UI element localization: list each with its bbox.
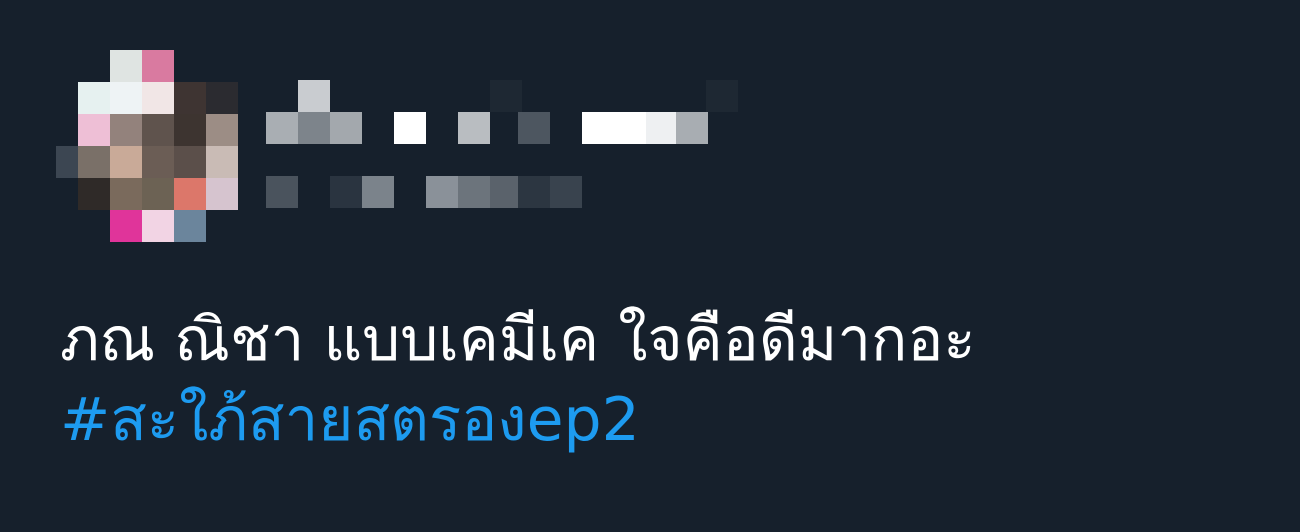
avatar-pixel xyxy=(110,114,142,146)
avatar-pixel xyxy=(110,210,142,242)
name-pixel xyxy=(330,112,362,144)
avatar-pixel xyxy=(110,146,142,178)
avatar-pixel xyxy=(206,146,238,178)
handle-pixel xyxy=(330,176,362,208)
avatar-pixel xyxy=(142,178,174,210)
user-header xyxy=(0,0,1300,260)
avatar-pixel xyxy=(110,178,142,210)
handle-pixel xyxy=(426,176,458,208)
avatar-pixel xyxy=(174,210,206,242)
name-pixel xyxy=(458,112,490,144)
avatar-pixel xyxy=(174,146,206,178)
handle-pixel xyxy=(458,176,490,208)
avatar-pixel xyxy=(142,210,174,242)
avatar-pixel xyxy=(174,178,206,210)
handle-pixel xyxy=(266,176,298,208)
handle-pixel xyxy=(550,176,582,208)
avatar-pixel xyxy=(142,114,174,146)
name-pixel xyxy=(298,80,330,112)
name-pixel xyxy=(646,112,678,144)
tweet-body: ภณ ณิชา แบบเคมีเค ใจคือดีมากอะ #สะใภ้สาย… xyxy=(60,300,1260,460)
name-pixel xyxy=(676,112,708,144)
avatar-pixel xyxy=(110,82,142,114)
avatar-pixel xyxy=(174,114,206,146)
avatar-pixel xyxy=(78,114,110,146)
name-pixel xyxy=(266,112,298,144)
name-pixel xyxy=(518,112,550,144)
avatar-pixel xyxy=(78,82,110,114)
name-pixel xyxy=(394,112,426,144)
name-pixel xyxy=(582,112,614,144)
avatar-pixel xyxy=(206,178,238,210)
avatar-pixel xyxy=(174,82,206,114)
avatar-pixel xyxy=(110,50,142,82)
avatar-pixel xyxy=(206,82,238,114)
tweet-card[interactable]: ภณ ณิชา แบบเคมีเค ใจคือดีมากอะ #สะใภ้สาย… xyxy=(0,0,1300,532)
name-pixel xyxy=(614,112,646,144)
avatar-pixel xyxy=(78,178,110,210)
tweet-text: ภณ ณิชา แบบเคมีเค ใจคือดีมากอะ xyxy=(60,305,976,375)
avatar-pixel xyxy=(56,146,78,178)
avatar-pixel xyxy=(142,82,174,114)
avatar-pixel xyxy=(206,114,238,146)
handle-pixel xyxy=(518,176,550,208)
name-pixel xyxy=(706,80,738,112)
avatar-pixel xyxy=(78,146,110,178)
hashtag-link[interactable]: #สะใภ้สายสตรองep2 xyxy=(60,380,1260,460)
avatar-pixel xyxy=(142,50,174,82)
avatar-pixel xyxy=(142,146,174,178)
name-pixel xyxy=(490,80,522,112)
handle-pixel xyxy=(362,176,394,208)
name-pixel xyxy=(298,112,330,144)
